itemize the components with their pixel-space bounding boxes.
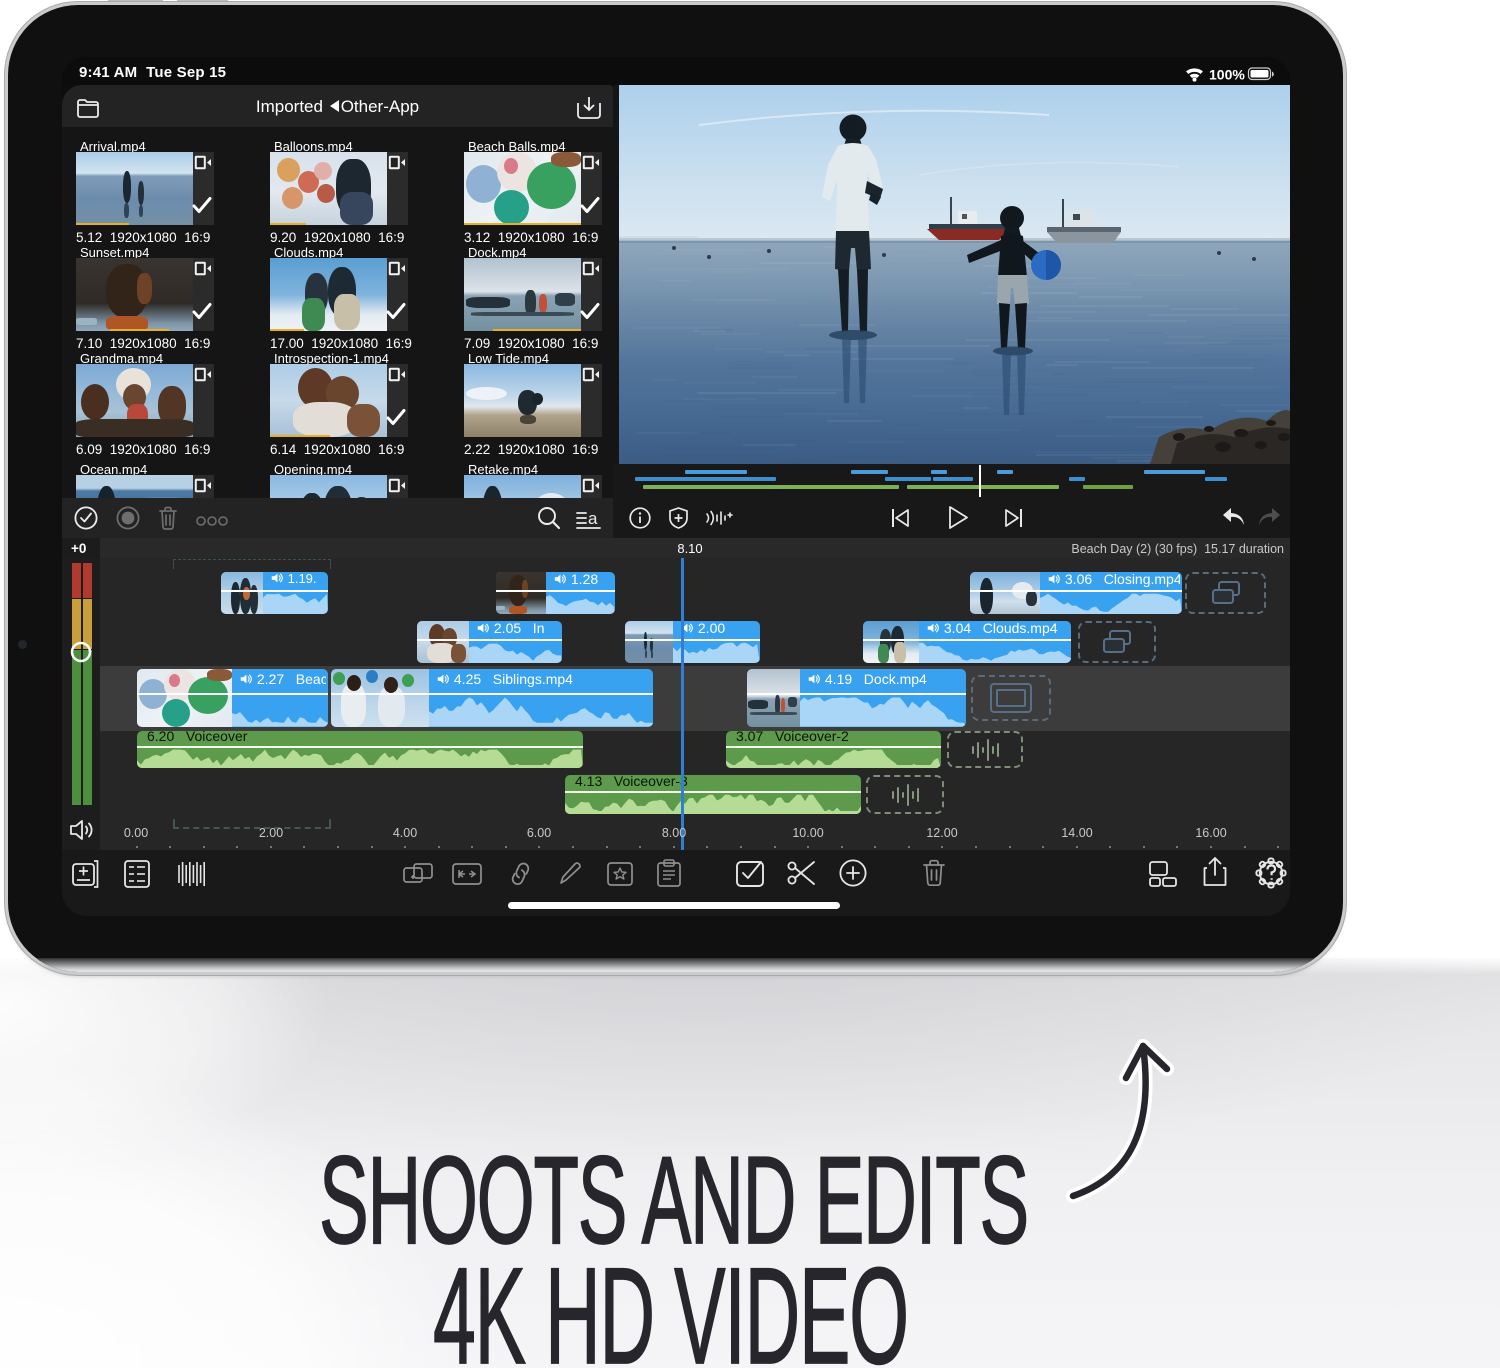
svg-text:100%: 100% [1209,67,1245,83]
svg-text:a: a [588,509,598,528]
